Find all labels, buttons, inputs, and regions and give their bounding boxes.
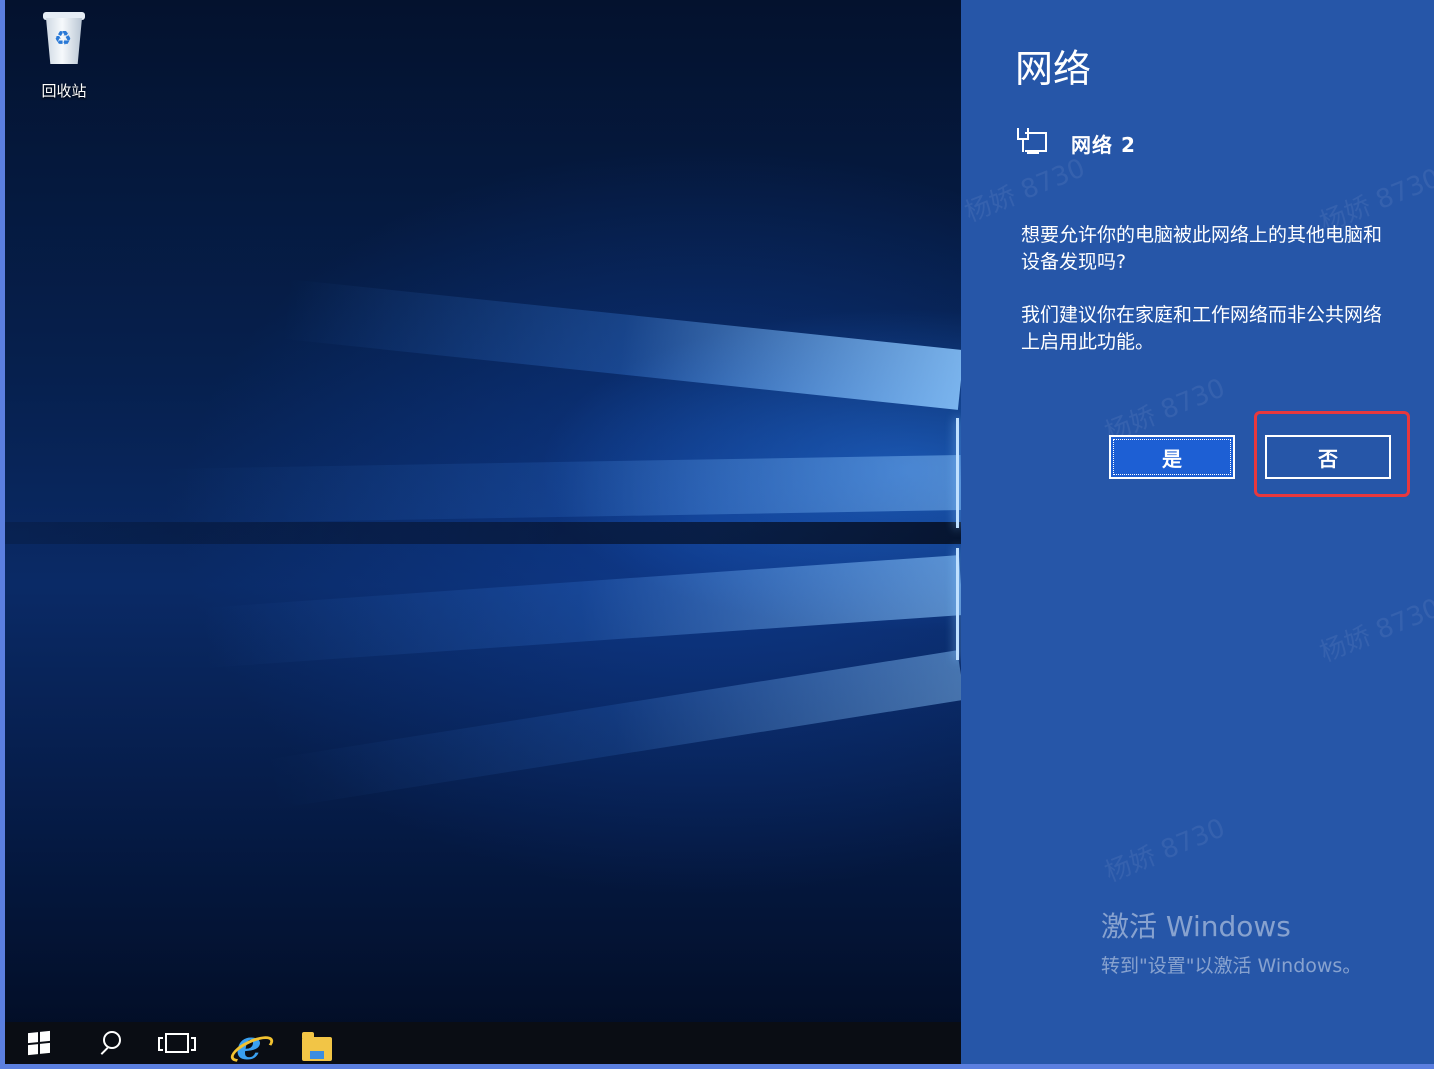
search-icon: [103, 1031, 121, 1049]
network-name: 网络 2: [1071, 132, 1136, 157]
ethernet-network-icon: [1017, 128, 1049, 158]
internet-explorer-button[interactable]: e: [227, 1022, 277, 1069]
folder-icon: [302, 1032, 332, 1061]
watermark: 杨娇 8730: [1100, 813, 1230, 889]
wallpaper-light: [265, 650, 961, 810]
start-button[interactable]: [21, 1022, 57, 1064]
activate-title: 激活 Windows: [1101, 910, 1291, 943]
discovery-recommendation: 我们建议你在家庭和工作网络而非公共网络上启用此功能。: [1021, 304, 1383, 353]
windows-logo-icon: [28, 1030, 50, 1056]
recycle-bin-label: 回收站: [41, 82, 87, 100]
discovery-question: 想要允许你的电脑被此网络上的其他电脑和设备发现吗?: [1021, 224, 1383, 273]
panel-title: 网络: [1015, 47, 1092, 91]
file-explorer-button[interactable]: [295, 1022, 339, 1064]
taskbar: e: [5, 1022, 961, 1069]
wallpaper-light: [281, 279, 961, 410]
activate-windows-watermark: 激活 Windows 转到"设置"以激活 Windows。: [1101, 905, 1361, 978]
network-row: 网络 2: [1017, 128, 1136, 158]
recycle-bin[interactable]: ♻ 回收站: [27, 6, 101, 101]
wallpaper-light: [200, 555, 961, 668]
yes-button[interactable]: 是: [1109, 435, 1235, 479]
wallpaper-window-edge: [956, 418, 959, 528]
task-view-button[interactable]: [155, 1022, 199, 1064]
recycle-bin-icon: ♻: [41, 6, 87, 66]
watermark: 杨娇 8730: [1315, 593, 1434, 669]
search-button[interactable]: [89, 1022, 129, 1064]
network-panel: 杨娇 8730 杨娇 8730 杨娇 8730 杨娇 8730 杨娇 8730 …: [961, 0, 1434, 1064]
no-button-highlight: [1254, 411, 1410, 497]
wallpaper-light: [160, 455, 961, 524]
activate-subtitle: 转到"设置"以激活 Windows。: [1101, 955, 1362, 977]
wallpaper-band: [5, 522, 961, 544]
task-view-icon: [158, 1033, 196, 1053]
desktop: ♻ 回收站: [5, 0, 961, 1064]
wallpaper-window-edge: [956, 548, 959, 660]
watermark: 杨娇 8730: [960, 153, 1090, 229]
